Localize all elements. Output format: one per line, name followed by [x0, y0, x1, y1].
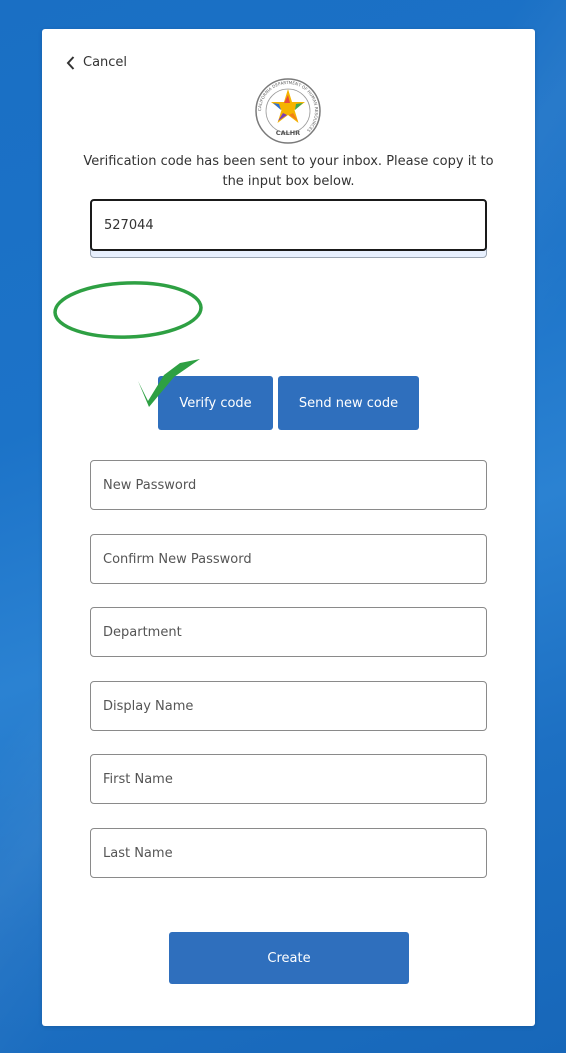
cancel-link[interactable]: Cancel — [66, 55, 127, 70]
department-field[interactable] — [90, 607, 487, 657]
first-name-field[interactable] — [90, 754, 487, 804]
logo-text: CALHR — [276, 129, 300, 137]
cancel-label: Cancel — [83, 55, 128, 70]
chevron-left-icon — [66, 55, 75, 70]
new-password-field[interactable] — [90, 460, 487, 510]
calhr-logo: CALIFORNIA DEPARTMENT OF HUMAN RESOURCES… — [255, 78, 321, 144]
verify-code-button[interactable]: Verify code — [158, 376, 273, 430]
verification-message: Verification code has been sent to your … — [83, 154, 494, 189]
display-name-field[interactable] — [90, 681, 487, 731]
last-name-field[interactable] — [90, 828, 487, 878]
create-button[interactable]: Create — [169, 932, 409, 984]
send-new-code-button[interactable]: Send new code — [278, 376, 419, 430]
verification-code-input[interactable] — [90, 199, 487, 251]
highlight-circle — [53, 281, 203, 339]
confirm-password-field[interactable] — [90, 534, 487, 584]
signup-card: Cancel CALIFORNIA DEPARTMENT OF HUMAN RE… — [42, 29, 535, 1026]
